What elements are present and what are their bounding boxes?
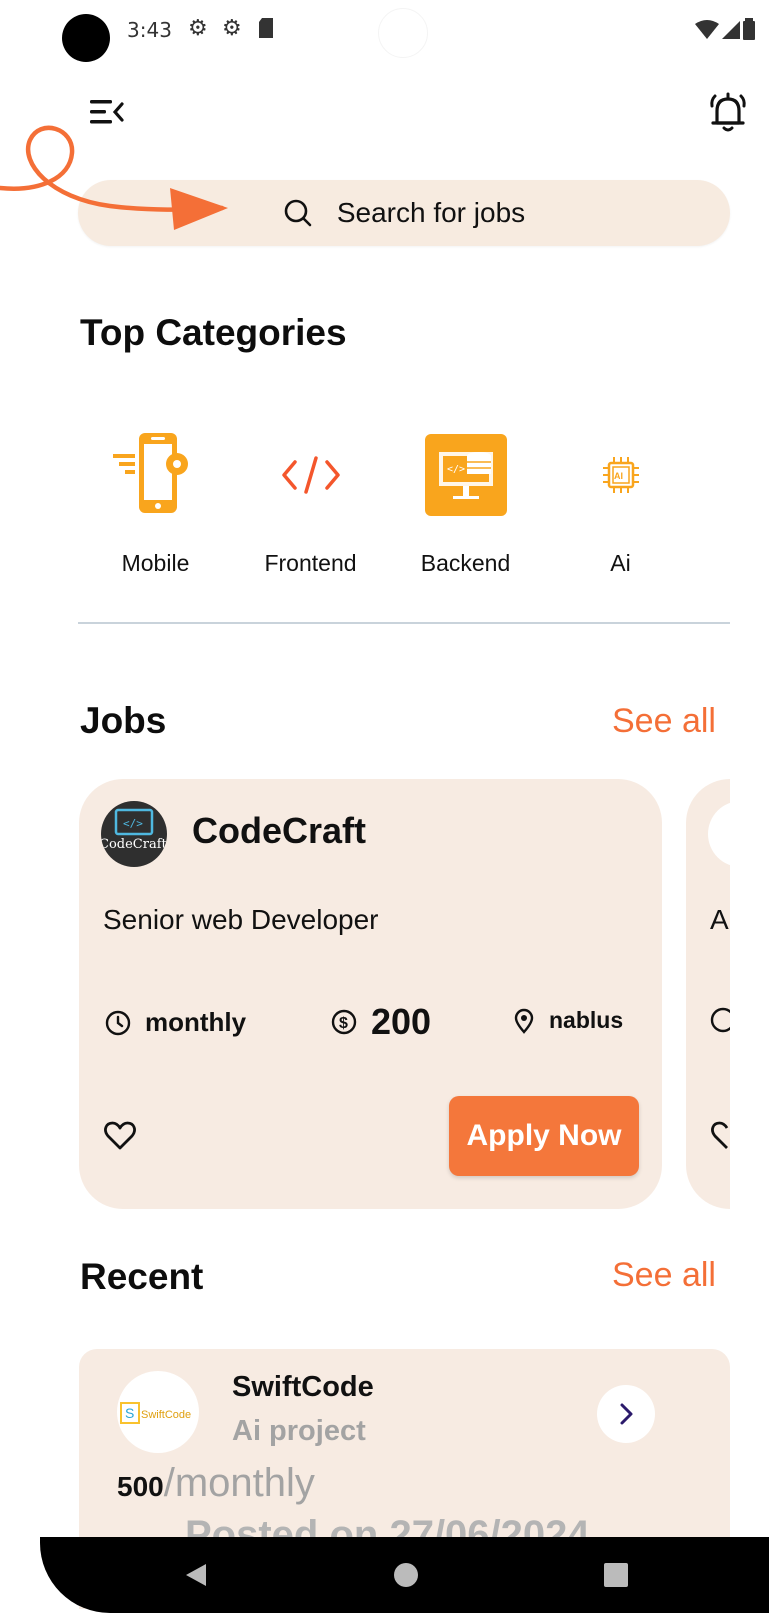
- company-logo: S SwiftCode: [117, 1371, 199, 1453]
- job-price: 500/monthly: [117, 1461, 315, 1506]
- job-price-value: 500: [117, 1471, 164, 1502]
- status-time: 3:43: [127, 18, 172, 42]
- viewport-edge: [730, 700, 769, 1600]
- company-logo-text: SwiftCode: [141, 1409, 191, 1421]
- heart-icon: [104, 1121, 136, 1150]
- category-backend[interactable]: </> Backend: [388, 430, 543, 590]
- job-price-period: /monthly: [163, 1461, 315, 1505]
- category-label: Mobile: [121, 550, 190, 576]
- job-salary: $ 200: [331, 1001, 431, 1043]
- svg-text:</>: </>: [447, 464, 465, 475]
- recents-button[interactable]: [578, 1537, 654, 1613]
- cell-signal-icon: [722, 21, 740, 39]
- category-label: Backend: [420, 550, 511, 576]
- settings-icon: ⚙: [222, 16, 242, 41]
- search-placeholder: Search for jobs: [336, 197, 526, 228]
- menu-icon: [90, 100, 124, 124]
- favorite-button[interactable]: [103, 1119, 137, 1153]
- category-frontend[interactable]: Frontend: [233, 430, 388, 590]
- dollar-icon: $: [331, 1009, 357, 1035]
- home-circle-icon: [394, 1563, 418, 1587]
- jobs-title: Jobs: [80, 700, 167, 741]
- job-location-label: nablus: [549, 1007, 624, 1033]
- category-label: Frontend: [264, 550, 357, 576]
- location-pin-icon: [514, 1008, 534, 1034]
- jobs-see-all-link[interactable]: See all: [612, 702, 716, 741]
- job-period-label: monthly: [145, 1007, 247, 1037]
- camera-cutout: [62, 14, 110, 62]
- notifications-button[interactable]: [706, 90, 750, 134]
- back-button[interactable]: [158, 1537, 234, 1613]
- company-name: CodeCraft: [192, 810, 367, 851]
- chevron-right-icon: [620, 1403, 633, 1425]
- search-bar[interactable]: Search for jobs: [78, 180, 730, 246]
- svg-text:S: S: [125, 1405, 134, 1421]
- settings-icon: ⚙: [188, 16, 208, 41]
- search-icon: [284, 199, 312, 227]
- category-mobile[interactable]: Mobile: [78, 430, 233, 590]
- job-title: A: [710, 904, 729, 935]
- mobile-settings-icon: [111, 430, 201, 520]
- divider: [78, 622, 730, 624]
- sd-card-icon: [258, 17, 274, 45]
- recents-square-icon: [604, 1563, 628, 1587]
- battery-icon: [743, 18, 755, 40]
- category-label: Ai: [610, 550, 631, 576]
- recent-title: Recent: [80, 1256, 204, 1297]
- job-title: Senior web Developer: [103, 904, 379, 935]
- clock-icon: [105, 1010, 131, 1035]
- code-icon: [266, 430, 356, 520]
- status-bar: 3:43 ⚙ ⚙: [0, 0, 769, 64]
- company-logo: </> CodeCraft: [101, 801, 167, 867]
- bell-icon: [710, 92, 746, 132]
- job-card[interactable]: </> CodeCraft CodeCraft Senior web Devel…: [79, 779, 662, 1209]
- server-icon: </>: [421, 430, 511, 520]
- category-ai[interactable]: AI Ai: [543, 430, 698, 590]
- system-nav-bar: [40, 1537, 769, 1613]
- job-period: monthly: [105, 1007, 246, 1038]
- job-subtitle: Ai project: [232, 1415, 366, 1447]
- categories-title: Top Categories: [80, 312, 347, 353]
- category-list: Mobile Frontend </> Backend AI Ai: [78, 430, 730, 590]
- home-button[interactable]: [368, 1537, 444, 1613]
- company-name: SwiftCode: [232, 1371, 374, 1403]
- job-location: nablus: [513, 1007, 623, 1034]
- company-logo-text: CodeCraft: [101, 837, 167, 852]
- job-salary-value: 200: [371, 1001, 432, 1042]
- wifi-icon: [695, 20, 719, 39]
- system-icons: [695, 18, 755, 40]
- open-job-button[interactable]: [597, 1385, 655, 1443]
- back-triangle-icon: [186, 1564, 206, 1586]
- menu-button[interactable]: [90, 98, 126, 126]
- recent-see-all-link[interactable]: See all: [612, 1256, 716, 1295]
- ai-chip-icon: AI: [576, 430, 666, 520]
- svg-text:$: $: [339, 1015, 348, 1032]
- apply-now-button[interactable]: Apply Now: [449, 1096, 639, 1176]
- front-camera: [378, 8, 428, 58]
- svg-text:</>: </>: [123, 817, 143, 830]
- svg-text:AI: AI: [614, 471, 623, 481]
